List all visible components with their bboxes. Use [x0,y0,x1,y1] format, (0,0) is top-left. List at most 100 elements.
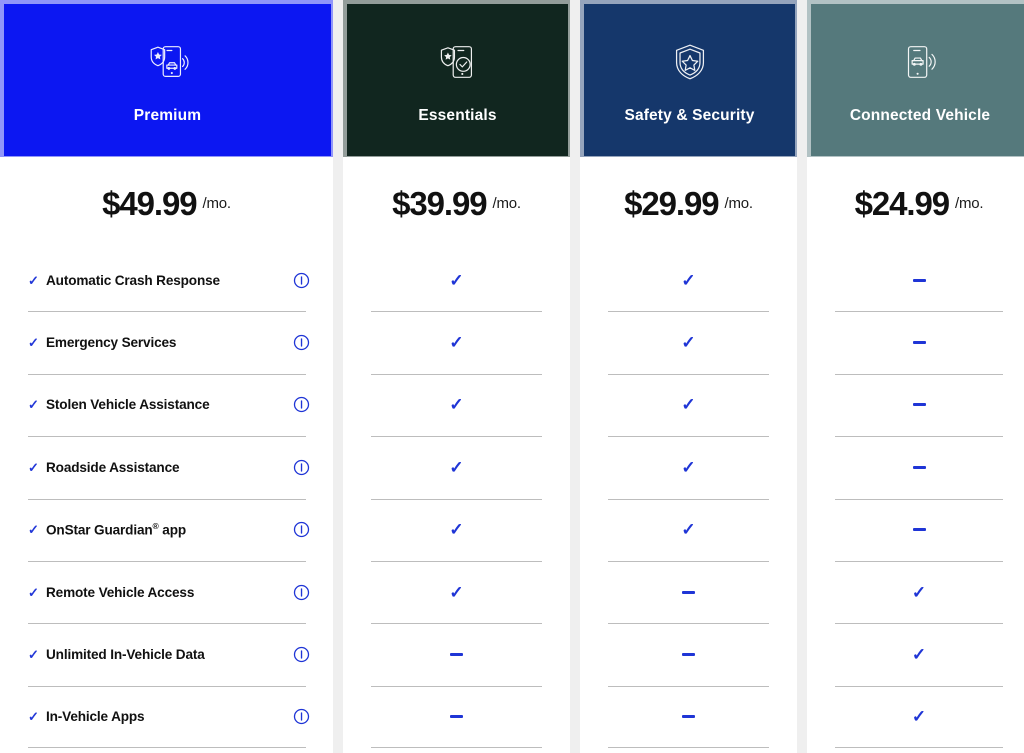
info-icon[interactable] [291,520,311,540]
info-icon[interactable] [291,707,311,727]
plan-column-premium: Premium$49.99/mo.✓Automatic Crash Respon… [0,0,333,753]
feature-row: ✓ [581,311,796,373]
check-icon: ✓ [681,521,695,538]
check-icon: ✓ [28,586,46,599]
feature-row [808,249,1024,311]
plan-header-connected-vehicle[interactable]: Connected Vehicle [807,0,1024,157]
dash-icon [682,715,695,718]
plan-comparison-table: Premium$49.99/mo.✓Automatic Crash Respon… [0,0,1024,753]
check-icon: ✓ [912,708,926,725]
plan-price: $24.99 [855,187,949,220]
plan-price-unit: /mo. [724,195,752,212]
plan-price: $29.99 [624,187,718,220]
dash-icon [682,653,695,656]
dash-icon [913,403,926,406]
dash-icon [913,466,926,469]
plan-price: $39.99 [392,187,486,220]
feature-row: ✓Automatic Crash Response [1,249,332,311]
feature-label-suffix: app [159,523,186,538]
feature-label: OnStar Guardian® app [46,521,291,538]
feature-row [808,374,1024,436]
plan-name: Safety & Security [624,107,754,124]
dash-icon [682,591,695,594]
feature-row: ✓ [808,561,1024,623]
info-icon[interactable] [291,457,311,477]
feature-row: ✓ [581,436,796,498]
feature-row [808,311,1024,373]
feature-row: ✓In-Vehicle Apps [1,686,332,748]
feature-row [344,686,569,748]
plan-column-connected-vehicle: Connected Vehicle$24.99/mo.✓✓✓ [807,0,1024,753]
feature-list: ✓✓✓ [807,249,1024,753]
check-icon: ✓ [28,274,46,287]
feature-row: ✓ [344,374,569,436]
plan-header-premium[interactable]: Premium [0,0,333,157]
plan-price-row: $24.99/mo. [807,157,1024,249]
feature-row: ✓ [581,374,796,436]
check-icon: ✓ [28,523,46,536]
check-icon: ✓ [28,336,46,349]
column-gap [570,0,580,753]
feature-row: ✓Unlimited In-Vehicle Data [1,623,332,685]
dash-icon [913,341,926,344]
feature-label: Emergency Services [46,335,291,350]
check-icon: ✓ [449,396,463,413]
check-icon: ✓ [681,396,695,413]
feature-label: Stolen Vehicle Assistance [46,397,291,412]
feature-row [808,436,1024,498]
phone-car-signal-icon [897,39,943,85]
info-icon[interactable] [291,582,311,602]
plan-column-essentials: Essentials $39.99/mo. ✓ ✓ ✓ ✓ ✓ ✓ [343,0,570,753]
feature-label-text: OnStar Guardian [46,523,153,538]
info-icon[interactable] [291,645,311,665]
feature-row [581,561,796,623]
check-icon: ✓ [28,648,46,661]
feature-row: ✓OnStar Guardian® app [1,499,332,561]
feature-row: ✓ [581,499,796,561]
shield-star-icon [667,39,713,85]
feature-row: ✓ [344,311,569,373]
shield-phone-car-icon [145,39,191,85]
feature-label: Roadside Assistance [46,460,291,475]
check-icon: ✓ [449,584,463,601]
plan-header-essentials[interactable]: Essentials [343,0,570,157]
info-icon[interactable] [291,333,311,353]
plan-price-unit: /mo. [492,195,520,212]
feature-row: ✓Emergency Services [1,311,332,373]
feature-label: Unlimited In-Vehicle Data [46,647,291,662]
feature-row: ✓Remote Vehicle Access [1,561,332,623]
feature-list: ✓ ✓ ✓ ✓ ✓ ✓ [343,249,570,753]
check-icon: ✓ [681,459,695,476]
dash-icon [913,279,926,282]
check-icon: ✓ [28,710,46,723]
check-icon: ✓ [449,459,463,476]
check-icon: ✓ [28,461,46,474]
check-icon: ✓ [449,334,463,351]
shield-phone-check-icon [435,39,481,85]
plan-name: Connected Vehicle [850,107,990,124]
feature-row: ✓ [344,436,569,498]
feature-label: Remote Vehicle Access [46,585,291,600]
info-icon[interactable] [291,395,311,415]
check-icon: ✓ [449,272,463,289]
plan-name: Premium [134,107,201,124]
plan-header-safety-security[interactable]: Safety & Security [580,0,797,157]
feature-row: ✓ [581,249,796,311]
check-icon: ✓ [449,521,463,538]
feature-label: Automatic Crash Response [46,273,291,288]
feature-row [344,623,569,685]
feature-list: ✓ ✓ ✓ ✓ ✓ [580,249,797,753]
feature-list: ✓Automatic Crash Response ✓Emergency Ser… [0,249,333,753]
check-icon: ✓ [681,272,695,289]
check-icon: ✓ [912,584,926,601]
dash-icon [450,653,463,656]
column-gap [797,0,807,753]
check-icon: ✓ [28,398,46,411]
dash-icon [913,528,926,531]
feature-label: In-Vehicle Apps [46,709,291,724]
plan-price: $49.99 [102,187,196,220]
info-icon[interactable] [291,270,311,290]
dash-icon [450,715,463,718]
plan-price-unit: /mo. [202,195,230,212]
feature-row [581,623,796,685]
